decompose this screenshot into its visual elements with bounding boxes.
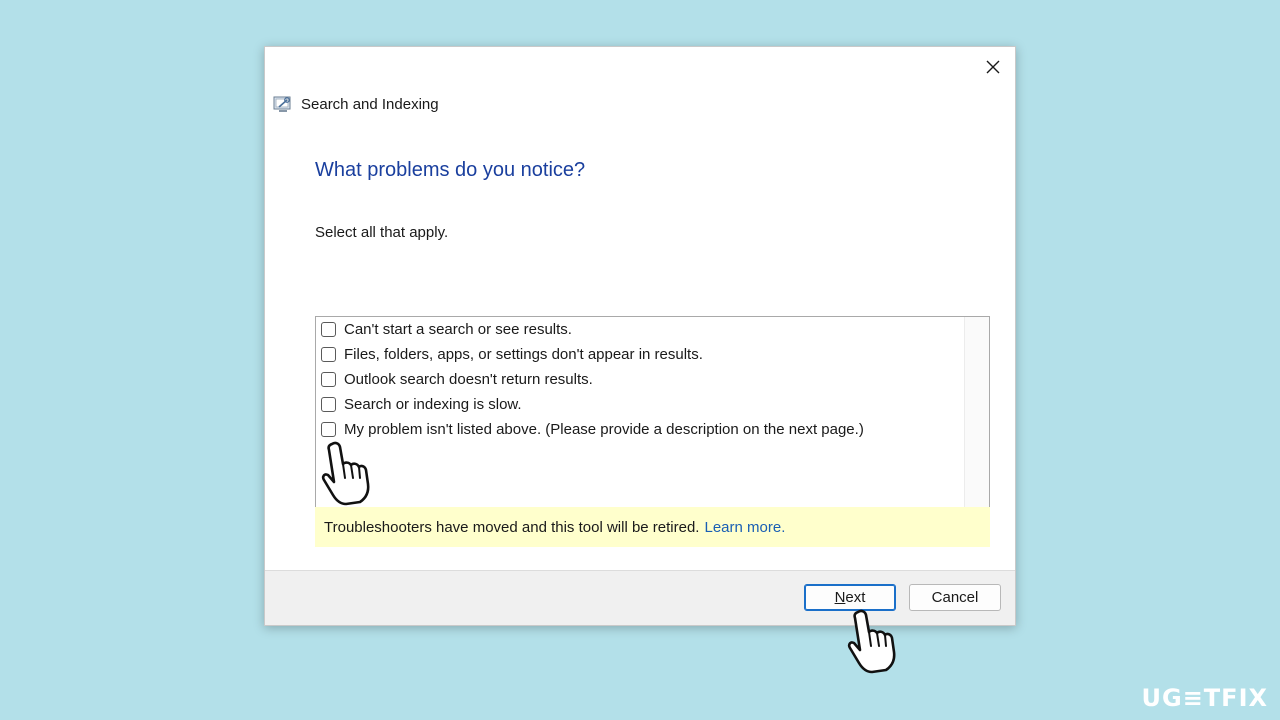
window-title-row: Search and Indexing xyxy=(273,95,439,113)
watermark-logo: UG≡TFIX xyxy=(1141,684,1268,712)
next-label-rest: ext xyxy=(845,589,866,606)
checkbox[interactable] xyxy=(321,346,336,362)
list-scrollbar[interactable] xyxy=(964,317,989,507)
checkbox[interactable] xyxy=(321,321,336,337)
close-button[interactable] xyxy=(979,53,1007,81)
next-button[interactable]: Next xyxy=(804,584,896,611)
retirement-banner: Troubleshooters have moved and this tool… xyxy=(315,507,990,547)
problem-option-2[interactable]: Files, folders, apps, or settings don't … xyxy=(321,343,703,365)
option-label: Outlook search doesn't return results. xyxy=(344,370,593,388)
checkbox[interactable] xyxy=(321,371,336,387)
banner-text: Troubleshooters have moved and this tool… xyxy=(324,518,700,536)
option-label: Search or indexing is slow. xyxy=(344,395,522,413)
page-heading: What problems do you notice? xyxy=(315,159,586,181)
window-title: Search and Indexing xyxy=(301,95,439,113)
problem-option-5[interactable]: My problem isn't listed above. (Please p… xyxy=(321,418,864,440)
learn-more-link[interactable]: Learn more. xyxy=(704,519,785,536)
checkbox[interactable] xyxy=(321,396,336,412)
cancel-button[interactable]: Cancel xyxy=(909,584,1001,611)
option-label: My problem isn't listed above. (Please p… xyxy=(344,420,864,438)
troubleshooter-icon xyxy=(273,96,291,112)
problem-option-3[interactable]: Outlook search doesn't return results. xyxy=(321,368,593,390)
close-icon xyxy=(986,60,1000,74)
troubleshooter-dialog: Search and Indexing What problems do you… xyxy=(264,46,1016,626)
instruction-text: Select all that apply. xyxy=(315,224,449,241)
option-label: Can't start a search or see results. xyxy=(344,320,572,338)
dialog-footer: Next Cancel xyxy=(265,570,1015,625)
problem-option-4[interactable]: Search or indexing is slow. xyxy=(321,393,522,415)
next-mnemonic: N xyxy=(834,589,846,606)
checkbox[interactable] xyxy=(321,421,336,437)
option-label: Files, folders, apps, or settings don't … xyxy=(344,345,703,363)
problem-list: Can't start a search or see results. Fil… xyxy=(315,316,990,508)
problem-option-1[interactable]: Can't start a search or see results. xyxy=(321,318,572,340)
